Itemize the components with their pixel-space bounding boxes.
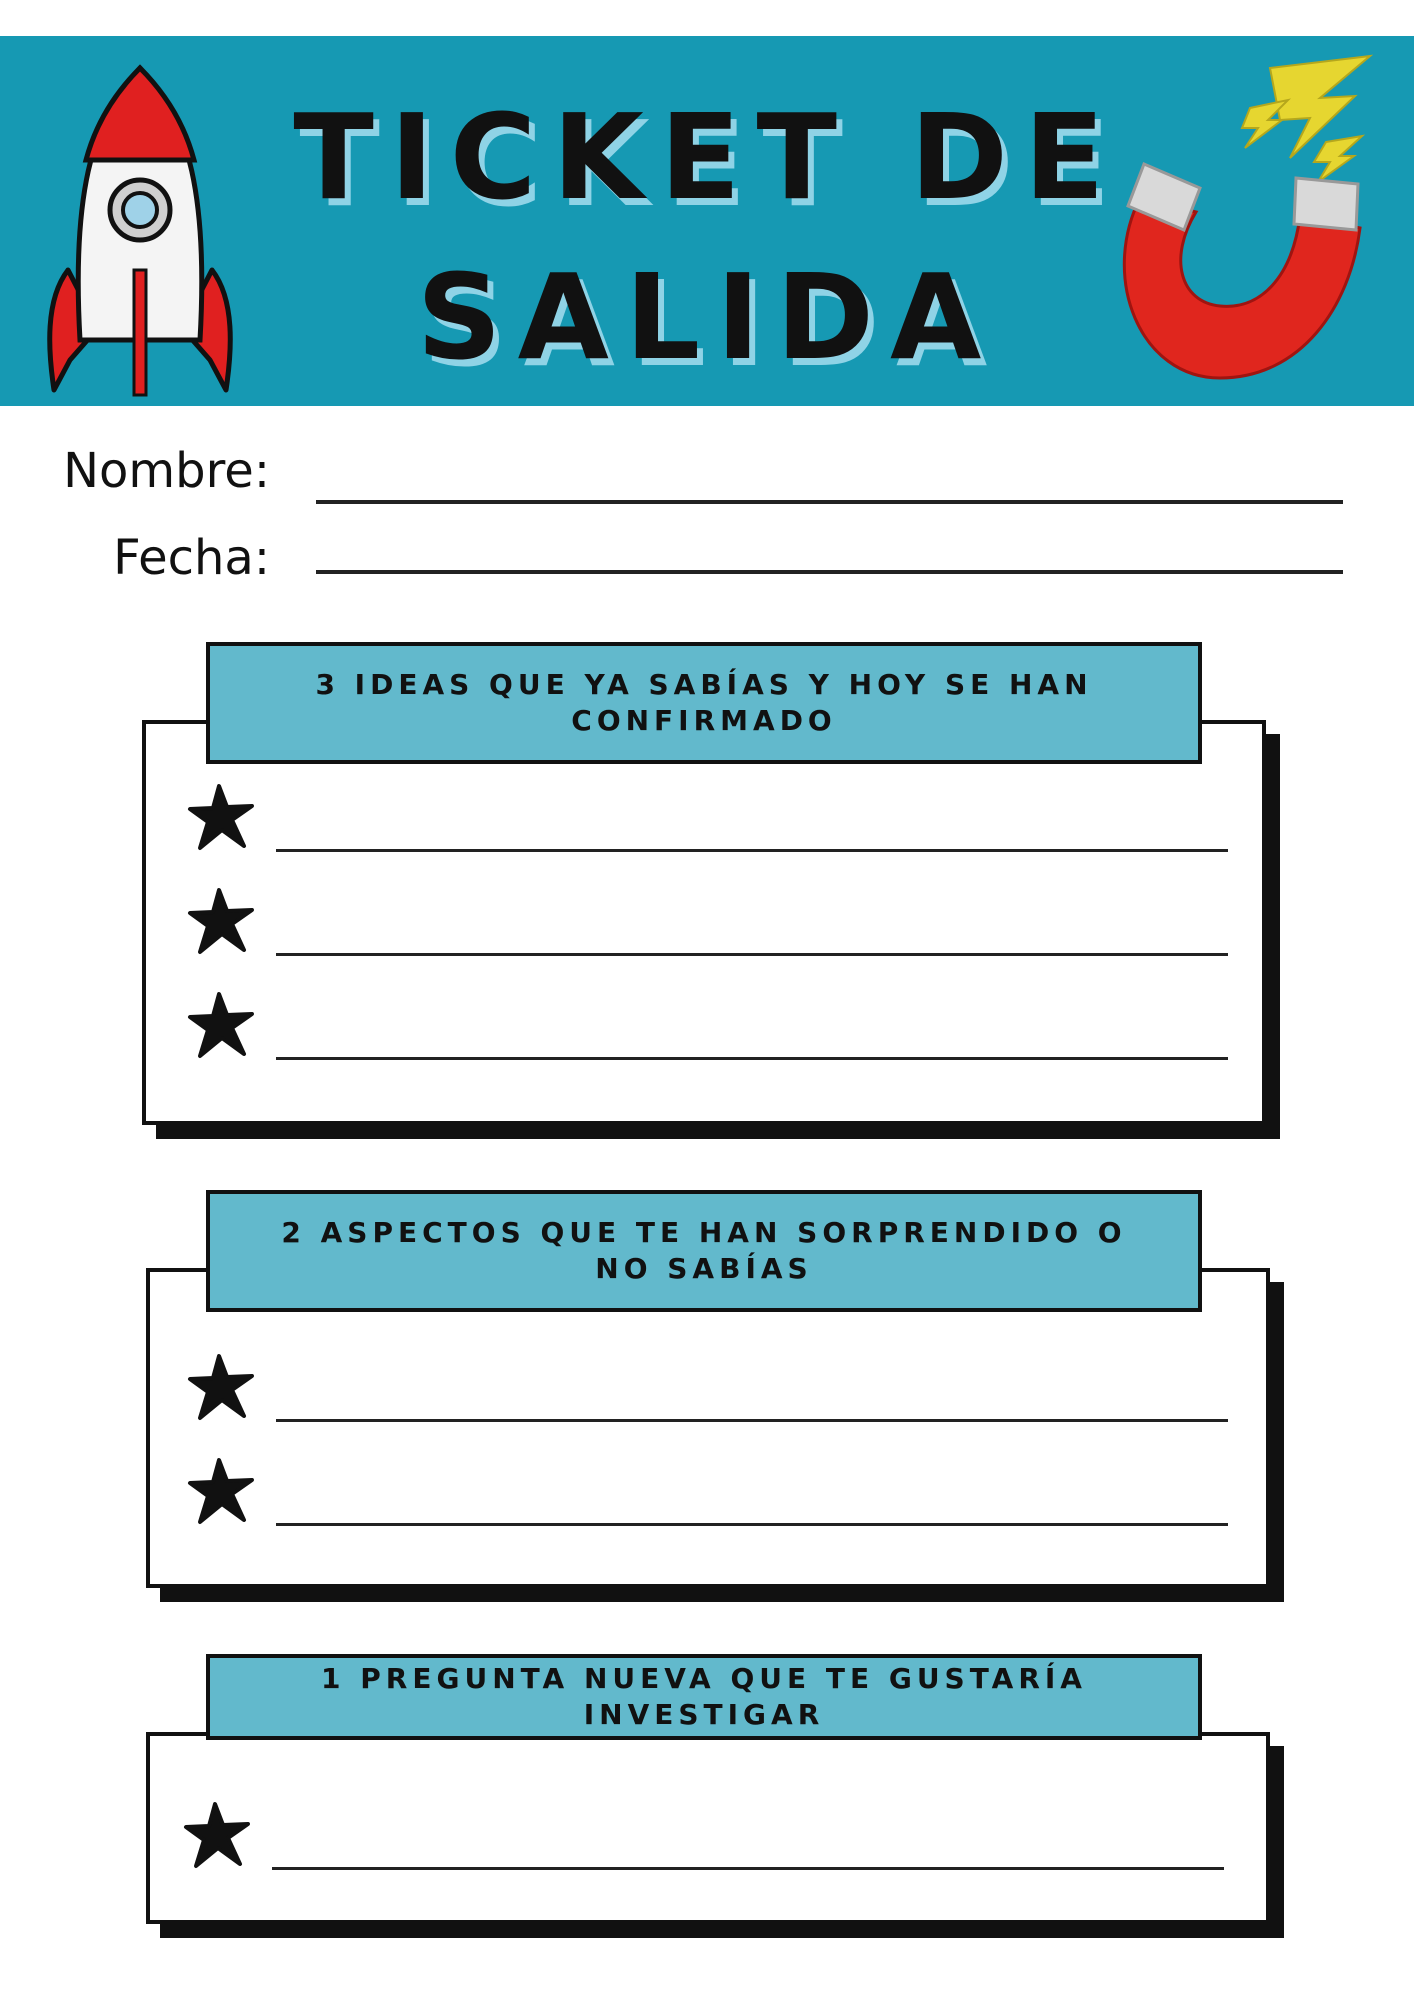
page-title-line-1: TICKET DE [293, 88, 1121, 226]
section-header-question: 1 PREGUNTA NUEVA QUE TE GUSTARÍA INVESTI… [206, 1654, 1202, 1740]
answer-row[interactable] [186, 886, 1230, 966]
name-label: Nombre: [63, 443, 270, 499]
star-icon [186, 1352, 256, 1422]
page-title-line-2: SALIDA [416, 248, 998, 386]
answer-line[interactable] [272, 1867, 1224, 1870]
answer-line[interactable] [276, 1523, 1228, 1526]
answer-row[interactable] [182, 1800, 1226, 1880]
answer-row[interactable] [186, 782, 1230, 862]
star-icon [182, 1800, 252, 1870]
star-icon [186, 1456, 256, 1526]
answer-line[interactable] [276, 1419, 1228, 1422]
star-icon [186, 886, 256, 956]
answer-line[interactable] [276, 849, 1228, 852]
section-header-ideas: 3 IDEAS QUE YA SABÍAS Y HOY SE HAN CONFI… [206, 642, 1202, 764]
answer-row[interactable] [186, 990, 1230, 1070]
answer-line[interactable] [276, 1057, 1228, 1060]
answer-row[interactable] [186, 1352, 1230, 1432]
answer-line[interactable] [276, 953, 1228, 956]
magnet-icon [1122, 54, 1374, 380]
date-field-line[interactable] [316, 570, 1343, 574]
rocket-icon [47, 64, 233, 397]
answer-row[interactable] [186, 1456, 1230, 1536]
star-icon [186, 990, 256, 1060]
name-field-line[interactable] [316, 500, 1343, 504]
star-icon [186, 782, 256, 852]
date-label: Fecha: [113, 530, 270, 586]
section-header-surprises: 2 ASPECTOS QUE TE HAN SORPRENDIDO O NO S… [206, 1190, 1202, 1312]
